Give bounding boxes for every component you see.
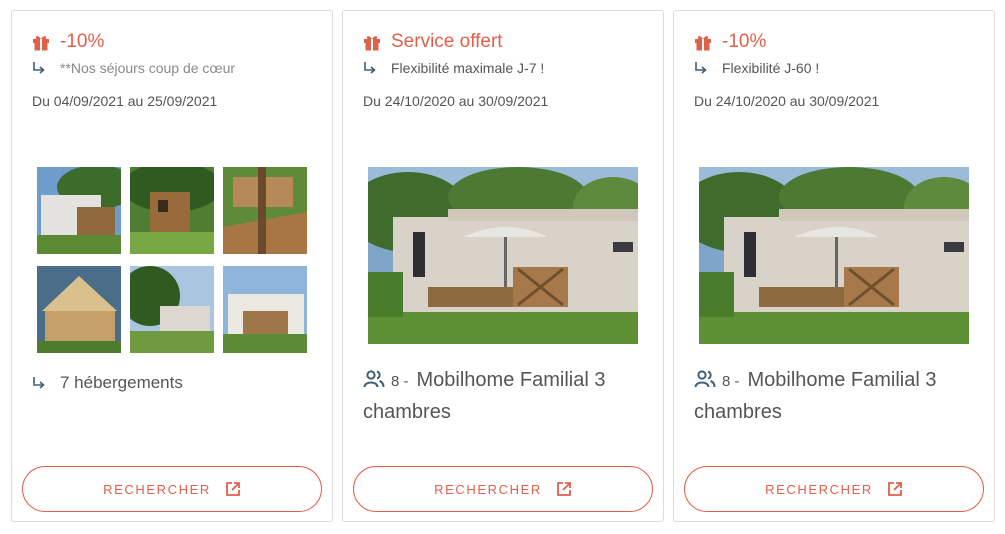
arrow-return-icon bbox=[32, 376, 46, 390]
offer-card: -10% Flexibilité J-60 ! Du 24/10/2020 au… bbox=[673, 10, 995, 522]
offer-subtitle: Flexibilité maximale J-7 ! bbox=[391, 60, 545, 76]
offer-title: -10% bbox=[60, 31, 105, 52]
lodging-capacity: 8 - bbox=[391, 373, 409, 390]
gift-icon bbox=[363, 34, 381, 51]
lodging-photo[interactable] bbox=[368, 167, 638, 344]
lodging-info: 8 - Mobilhome Familial 3 chambres bbox=[694, 365, 984, 428]
external-link-icon bbox=[887, 481, 903, 497]
search-button-label: RECHERCHER bbox=[103, 481, 211, 497]
lodging-info: 8 - Mobilhome Familial 3 chambres bbox=[363, 365, 653, 428]
lodging-count-row: 7 hébergements bbox=[32, 373, 183, 393]
offer-title: -10% bbox=[722, 31, 767, 52]
gallery-thumbnail[interactable] bbox=[223, 266, 307, 353]
gallery-thumbnail[interactable] bbox=[130, 266, 214, 353]
arrow-return-icon bbox=[363, 61, 377, 75]
search-button[interactable]: RECHERCHER bbox=[353, 466, 653, 512]
lodging-capacity: 8 - bbox=[722, 373, 740, 390]
lodging-gallery bbox=[37, 167, 309, 353]
offer-header: -10% bbox=[694, 31, 766, 53]
gallery-thumbnail[interactable] bbox=[37, 167, 121, 254]
arrow-return-icon bbox=[694, 61, 708, 75]
search-button-label: RECHERCHER bbox=[765, 481, 873, 497]
arrow-return-icon bbox=[32, 61, 46, 75]
offer-subtitle-row: **Nos séjours coup de cœur bbox=[32, 59, 235, 77]
offer-card: Service offert Flexibilité maximale J-7 … bbox=[342, 10, 664, 522]
offer-card: -10% **Nos séjours coup de cœur Du 04/09… bbox=[11, 10, 333, 522]
gift-icon bbox=[694, 34, 712, 51]
search-button[interactable]: RECHERCHER bbox=[684, 466, 984, 512]
people-icon bbox=[363, 370, 385, 388]
offer-subtitle-row: Flexibilité maximale J-7 ! bbox=[363, 59, 544, 77]
offer-dates: Du 24/10/2020 au 30/09/2021 bbox=[694, 93, 880, 109]
gallery-thumbnail[interactable] bbox=[37, 266, 121, 353]
offer-subtitle-row: Flexibilité J-60 ! bbox=[694, 59, 819, 77]
offer-dates: Du 04/09/2021 au 25/09/2021 bbox=[32, 93, 218, 109]
offer-subtitle: Flexibilité J-60 ! bbox=[722, 60, 820, 76]
offer-header: Service offert bbox=[363, 31, 503, 53]
lodging-count: 7 hébergements bbox=[60, 373, 183, 392]
gallery-thumbnail[interactable] bbox=[130, 167, 214, 254]
people-icon bbox=[694, 370, 716, 388]
offer-title: Service offert bbox=[391, 31, 503, 52]
search-button-label: RECHERCHER bbox=[434, 481, 542, 497]
lodging-photo[interactable] bbox=[699, 167, 969, 344]
offer-subtitle: **Nos séjours coup de cœur bbox=[60, 60, 236, 76]
offer-header: -10% bbox=[32, 31, 104, 53]
gallery-thumbnail[interactable] bbox=[223, 167, 307, 254]
search-button[interactable]: RECHERCHER bbox=[22, 466, 322, 512]
external-link-icon bbox=[556, 481, 572, 497]
gift-icon bbox=[32, 34, 50, 51]
offer-dates: Du 24/10/2020 au 30/09/2021 bbox=[363, 93, 549, 109]
external-link-icon bbox=[225, 481, 241, 497]
